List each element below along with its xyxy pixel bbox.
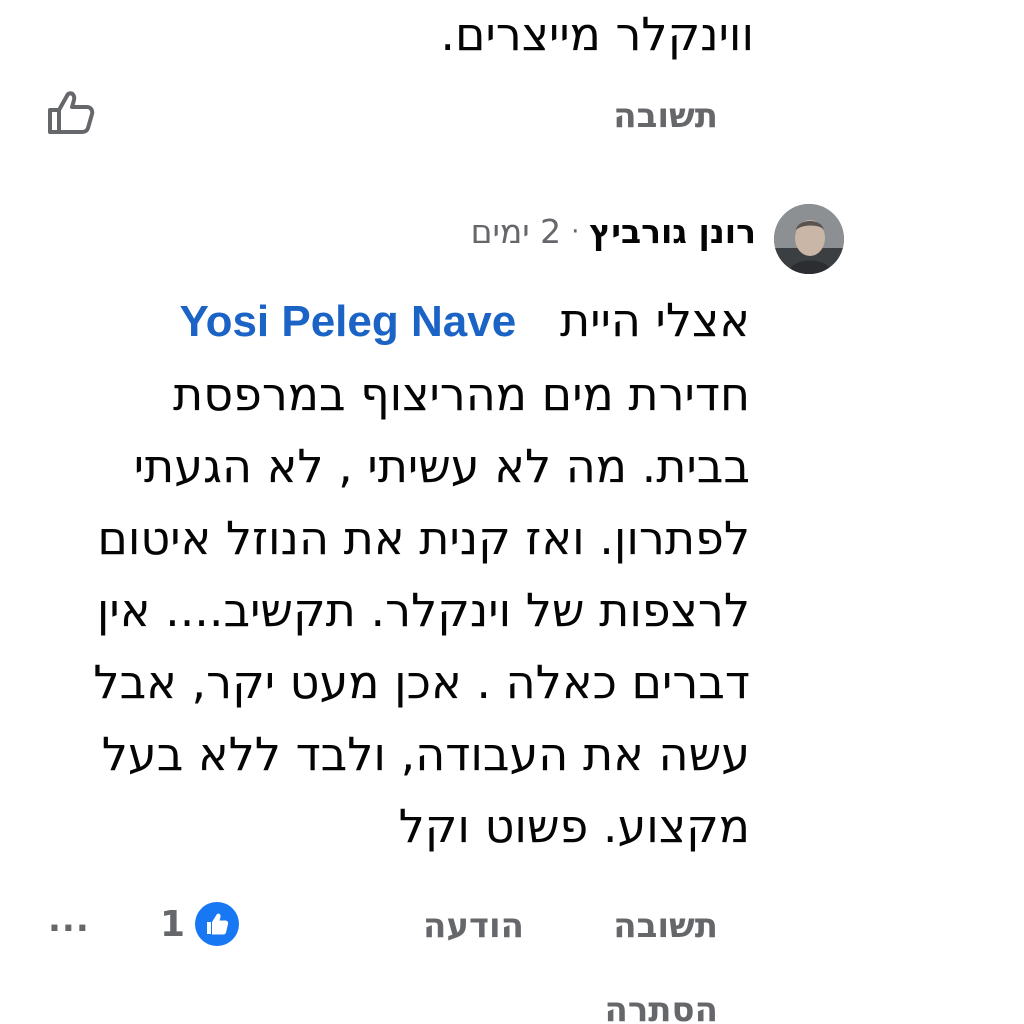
comment-line: לרצפות של וינקלר. תקשיב.... אין xyxy=(96,583,750,637)
avatar[interactable] xyxy=(774,204,844,274)
mention-link[interactable]: Yosi Peleg Nave xyxy=(179,297,516,346)
comment-body: אצלי היית Yosi Peleg Nave חדירת מים מהרי… xyxy=(30,284,750,862)
hide-button[interactable]: הסתרה xyxy=(604,990,718,1024)
separator-dot: · xyxy=(571,216,580,247)
comment-line: עשה את העבודה, ולבד ללא בעל xyxy=(101,727,750,781)
thumbs-up-badge-icon xyxy=(195,902,240,946)
previous-comment-text: ווינקלר מייצרים. xyxy=(440,7,754,61)
comment-line: לפתרון. ואז קנית את הנוזל איטום xyxy=(97,511,750,565)
comment-line-first: אצלי היית Yosi Peleg Nave xyxy=(30,284,750,358)
author-name[interactable]: רונן גורביץ xyxy=(589,212,756,251)
comment-line: בבית. מה לא עשיתי , לא הגעתי xyxy=(133,439,750,493)
comment-line: מקצוע. פשוט וקל xyxy=(398,799,750,853)
comment-line: חדירת מים מהריצוף במרפסת xyxy=(173,367,750,421)
thumbs-up-outline-icon[interactable] xyxy=(46,90,96,136)
comment-timestamp[interactable]: 2 ימים xyxy=(471,212,562,251)
reply-button[interactable]: תשובה xyxy=(613,906,718,946)
previous-reply-button[interactable]: תשובה xyxy=(613,96,718,136)
comment-header: רונן גורביץ · 2 ימים xyxy=(471,212,756,251)
more-options-icon[interactable]: ... xyxy=(48,900,90,940)
comment-first-line-prefix: אצלי היית xyxy=(560,293,750,347)
reaction-summary[interactable]: 1 xyxy=(160,900,240,948)
comment-line: דברים כאלה . אכן מעט יקר, אבל xyxy=(93,655,750,709)
reaction-count: 1 xyxy=(160,903,186,945)
report-button[interactable]: הודעה xyxy=(423,906,524,946)
